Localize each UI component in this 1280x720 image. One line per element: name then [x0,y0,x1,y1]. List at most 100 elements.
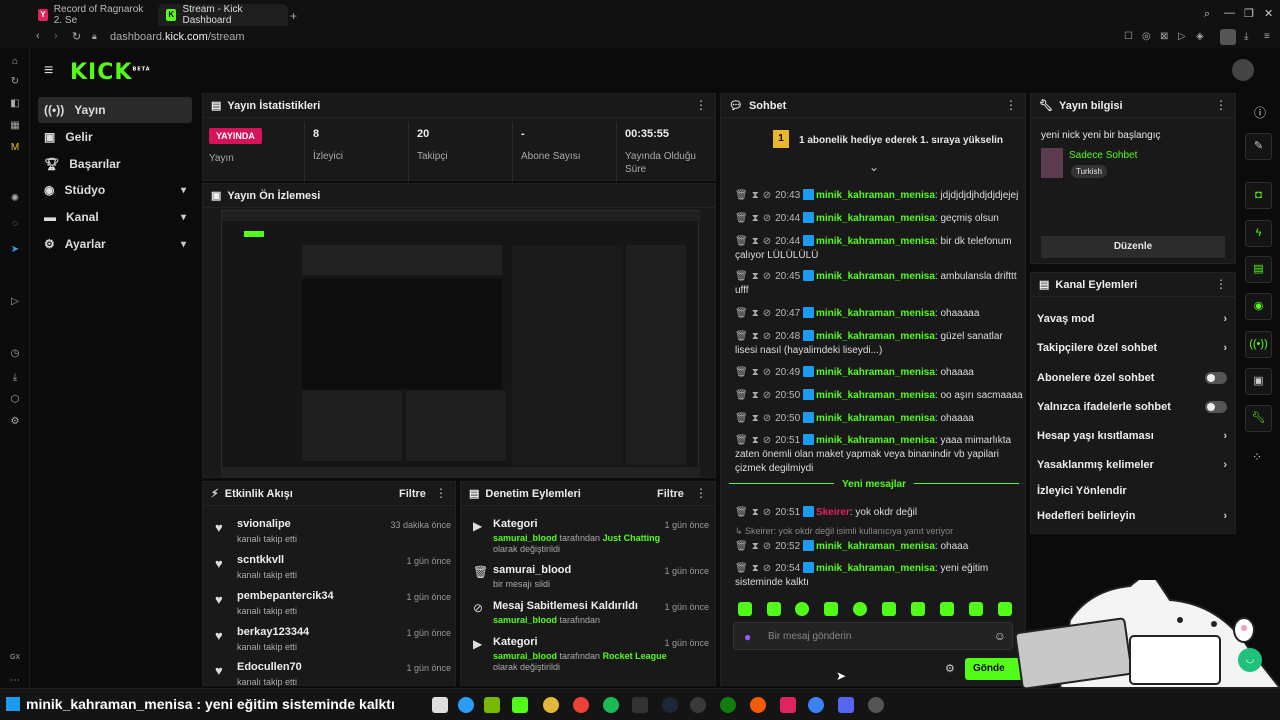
crypto-icon[interactable]: ▦ [9,120,21,132]
profile-avatar[interactable] [1220,29,1236,45]
event-user[interactable]: svionalipe [237,518,291,530]
emote-button[interactable] [824,602,838,616]
messenger-icon[interactable]: ◌ [9,218,21,230]
download-icon[interactable]: ⤓ [1244,31,1248,42]
discord-icon[interactable] [838,697,854,713]
player-icon[interactable]: ▷ [9,296,21,308]
toggle-switch[interactable] [1205,401,1227,413]
more-options-icon[interactable]: ⋮ [1215,277,1227,291]
history-icon[interactable]: ◷ [9,348,21,360]
kick-logo[interactable]: KICKBETA [70,60,151,85]
pin-toggle-icon[interactable]: ⌄ [869,160,879,174]
message-user[interactable]: minik_kahraman_menisa [816,541,935,552]
ban-icon[interactable]: ⊘ [763,413,771,424]
timeout-icon[interactable]: ⧗ [752,435,759,446]
chatgpt-icon[interactable]: ✺ [9,193,21,205]
event-user[interactable]: Edocullen70 [237,661,302,673]
more-icon[interactable]: ⋯ [9,675,21,687]
pencil-icon[interactable]: ✎ [1245,133,1272,160]
timeout-icon[interactable]: ⧗ [752,331,759,342]
user-avatar[interactable] [1232,59,1254,81]
delete-icon[interactable]: 🗑︎ [735,507,748,518]
timeout-icon[interactable]: ⧗ [752,236,759,247]
message-user[interactable]: minik_kahraman_menisa [816,190,935,201]
timeout-icon[interactable]: ⧗ [752,413,759,424]
sidebar-item-studyo[interactable]: ◉ Stüdyo ▾ [38,177,192,203]
message-user[interactable]: minik_kahraman_menisa [816,271,935,282]
action-raid[interactable]: İzleyici Yönlendir [1037,485,1227,497]
kick-app-icon[interactable] [512,697,528,713]
more-options-icon[interactable]: ⋮ [695,486,707,500]
filter-button[interactable]: Filtre [657,488,684,500]
ban-icon[interactable]: ⊘ [763,435,771,446]
action-goals[interactable]: Hedefleri belirleyin › [1037,510,1227,522]
bolt-icon[interactable]: ϟ [1245,220,1272,247]
opera-gx-icon[interactable] [543,697,559,713]
home-icon[interactable]: ⌂ [9,56,21,68]
help-icon[interactable]: ⓘ [1254,104,1266,121]
message-user[interactable]: minik_kahraman_menisa [816,413,935,424]
emote-button[interactable] [940,602,954,616]
camera-icon[interactable]: ◘ [1245,182,1272,209]
forward-icon[interactable]: › [54,30,58,42]
message-user[interactable]: minik_kahraman_menisa [816,435,935,446]
edit-button[interactable]: Düzenle [1041,236,1225,258]
more-options-icon[interactable]: ⋮ [1215,98,1227,112]
mod-title[interactable]: samurai_blood [493,564,571,576]
ban-icon[interactable]: ⊘ [763,541,771,552]
message-user[interactable]: minik_kahraman_menisa [816,367,935,378]
reload-icon[interactable]: ↻ [72,30,81,43]
delete-icon[interactable]: 🗑︎ [735,413,748,424]
play-icon[interactable]: ▷ [1178,31,1186,42]
message-user[interactable]: minik_kahraman_menisa [816,331,935,342]
timeout-icon[interactable]: ⧗ [752,213,759,224]
sidebar-item-ayarlar[interactable]: ⚙ Ayarlar ▾ [38,231,192,257]
wrench-icon[interactable]: 🔧︎ [1245,405,1272,432]
epic-games-icon[interactable] [632,697,648,713]
list-icon[interactable]: ▤ [1245,256,1272,283]
emote-button[interactable] [738,602,752,616]
sidebar-item-basarilar[interactable]: 🏆︎ Başarılar [38,151,192,177]
chat-settings-icon[interactable]: ⚙ [945,662,955,675]
chat-bubble-icon[interactable]: ◉ [1245,293,1272,320]
delete-icon[interactable]: 🗑︎ [735,390,748,401]
sidebar-item-yayin[interactable]: ((•)) Yayın [38,97,192,123]
emote-button[interactable] [882,602,896,616]
timeout-icon[interactable]: ⧗ [752,507,759,518]
ban-icon[interactable]: ⊘ [763,331,771,342]
gx-icon[interactable]: GX [9,652,21,664]
app-icon[interactable] [780,697,796,713]
headset-support-icon[interactable]: ◡ [1238,648,1262,672]
m-icon[interactable]: M [9,142,21,154]
bookmark-icon[interactable]: ☐ [1124,31,1133,42]
layout-icon[interactable]: ▣ [1245,368,1272,395]
mod-user[interactable]: samurai_blood [493,533,557,543]
message-user[interactable]: minik_kahraman_menisa [816,308,935,319]
url-field[interactable]: dashboard.kick.com/stream [110,31,245,43]
timeout-icon[interactable]: ⧗ [752,541,759,552]
obs-icon[interactable] [690,697,706,713]
search-icon[interactable] [432,697,448,713]
tab-ragnarok[interactable]: Y Record of Ragnarok 2. Se [30,4,156,26]
ea-icon[interactable] [750,697,766,713]
minimize-icon[interactable]: — [1224,7,1235,19]
delete-icon[interactable]: 🗑︎ [735,541,748,552]
settings-icon[interactable]: ⚙ [9,416,21,428]
ban-icon[interactable]: ⊘ [763,507,771,518]
new-tab-icon[interactable]: + [290,9,297,23]
action-subscribers-only[interactable]: Abonelere özel sohbet [1037,372,1227,384]
timeout-icon[interactable]: ⧗ [752,308,759,319]
tab-kick-dashboard[interactable]: K Stream - Kick Dashboard [158,4,288,26]
delete-icon[interactable]: 🗑︎ [735,367,748,378]
edge-icon[interactable] [458,697,474,713]
maximize-icon[interactable]: ❐ [1244,7,1254,20]
action-slow-mode[interactable]: Yavaş mod › [1037,313,1227,325]
action-banned-words[interactable]: Yasaklanmış kelimeler › [1037,459,1227,471]
ban-icon[interactable]: ⊘ [763,236,771,247]
ban-icon[interactable]: ⊘ [763,213,771,224]
delete-icon[interactable]: 🗑︎ [735,563,748,574]
delete-icon[interactable]: 🗑︎ [735,308,748,319]
ban-icon[interactable]: ⊘ [763,308,771,319]
timeout-icon[interactable]: ⧗ [752,563,759,574]
action-account-age[interactable]: Hesap yaşı kısıtlaması › [1037,430,1227,442]
